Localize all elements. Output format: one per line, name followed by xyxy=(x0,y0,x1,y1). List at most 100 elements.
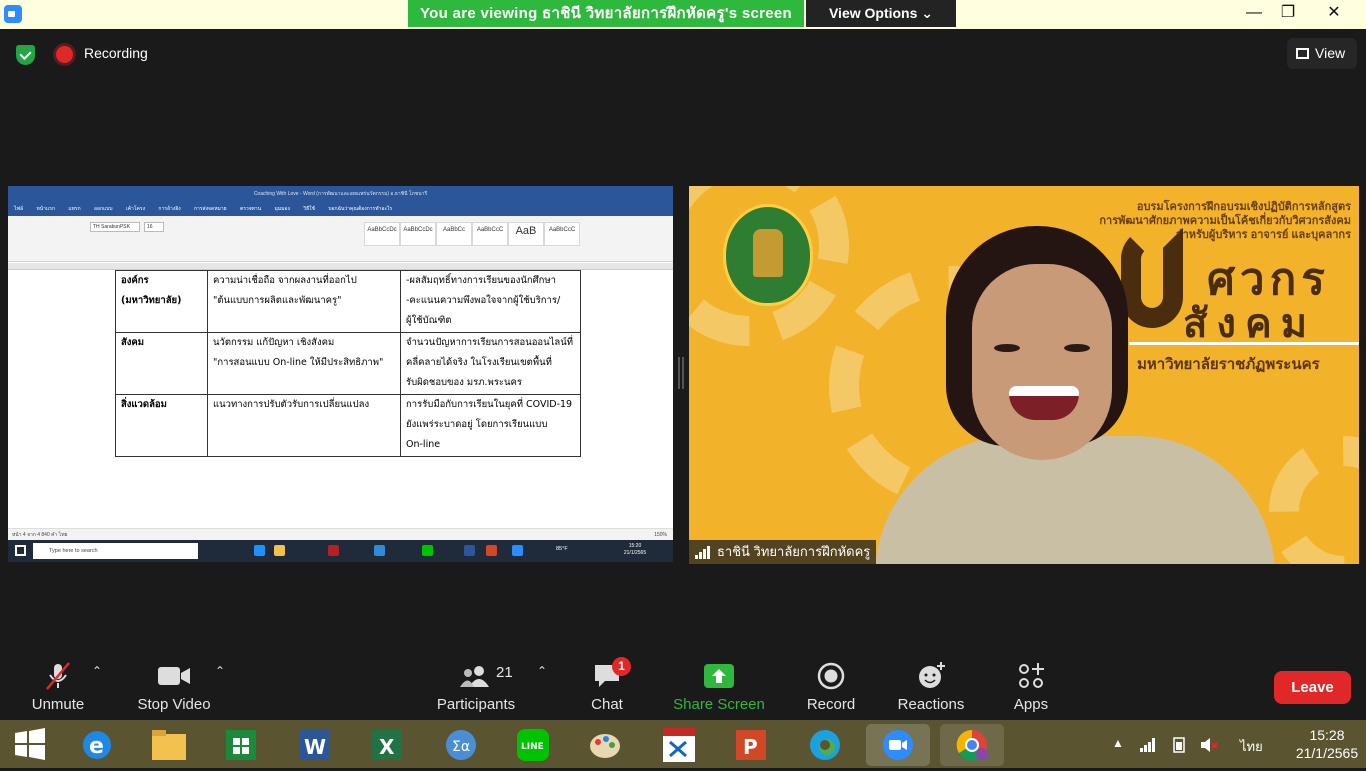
split-divider-handle[interactable] xyxy=(678,357,684,389)
word-tab[interactable]: ตรวจทาน xyxy=(240,206,261,212)
system-clock[interactable]: 15:28 21/1/2565 xyxy=(1290,726,1364,762)
svg-text:Σα: Σα xyxy=(452,739,470,755)
word-document[interactable]: องค์กร (มหาวิทยาลัย) ความน่าเชื่อถือ จาก… xyxy=(8,270,673,528)
app-icon[interactable] xyxy=(374,545,385,556)
powerpoint-icon[interactable]: P xyxy=(730,724,772,766)
style-title[interactable]: AaB xyxy=(508,222,544,246)
word-tell-me[interactable]: บอกฉันว่าคุณต้องการทำอะไร xyxy=(328,206,392,212)
recording-label[interactable]: Recording xyxy=(84,45,148,61)
svg-text:LINE: LINE xyxy=(521,742,544,752)
windows-taskbar: e W X Σα LINE P ▲ ไทย 15:28 21/1/2565 xyxy=(0,720,1366,768)
word-tab[interactable]: แทรก xyxy=(68,206,80,212)
record-label: Record xyxy=(806,696,856,713)
line-icon[interactable] xyxy=(422,545,433,556)
word-tab[interactable]: หน้าแรก xyxy=(37,206,55,212)
show-hidden-icons-icon[interactable]: ▲ xyxy=(1112,736,1124,750)
shield-icon[interactable] xyxy=(16,45,35,65)
style-normal[interactable]: AaBbCcDc xyxy=(364,222,400,246)
window-titlebar: You are viewing ธาชินี วิทยาลัยการฝึกหัด… xyxy=(0,0,1366,29)
participants-button[interactable]: 21 Participants xyxy=(421,650,531,720)
windows-start-icon[interactable] xyxy=(15,545,26,556)
close-button[interactable]: ✕ xyxy=(1314,0,1354,28)
zoom-app-icon xyxy=(4,5,22,23)
recording-icon[interactable] xyxy=(56,46,73,63)
audio-options-caret[interactable]: ⌃ xyxy=(92,664,102,678)
table-cell: การรับมือกับการเรียนในยุคที่ COVID-19 ยั… xyxy=(400,394,581,457)
paint-icon[interactable] xyxy=(584,724,626,766)
unmute-button[interactable]: Unmute xyxy=(3,650,113,720)
participants-count: 21 xyxy=(496,664,513,681)
view-button[interactable]: View xyxy=(1287,38,1357,69)
font-size-box[interactable]: 16 xyxy=(144,222,164,232)
apps-button[interactable]: Apps xyxy=(976,650,1086,720)
word-tab[interactable]: ไฟล์ xyxy=(14,206,23,212)
chrome-icon[interactable] xyxy=(940,724,1004,766)
word-tab[interactable]: ออกแบบ xyxy=(94,206,113,212)
chat-unread-badge: 1 xyxy=(612,657,631,676)
svg-text:P: P xyxy=(743,735,758,759)
style-heading1[interactable]: AaBbCc xyxy=(436,222,472,246)
table-row: สังคม นวัตกรรม แก้ปัญหา เชิงสังคม "การสอ… xyxy=(115,332,581,395)
participant-video[interactable]: อบรมโครงการฝึกอบรมเชิงปฏิบัติการหลักสูตร… xyxy=(689,186,1359,564)
maximize-button[interactable]: ❐ xyxy=(1268,0,1308,28)
view-options-button[interactable]: View Options ⌄ xyxy=(806,0,956,27)
folder-icon[interactable] xyxy=(274,545,285,556)
stop-video-button[interactable]: Stop Video xyxy=(119,650,229,720)
edge-icon[interactable] xyxy=(804,724,846,766)
input-language[interactable]: ไทย xyxy=(1240,736,1263,757)
shared-screen[interactable]: Coaching With Love - Word (การพัฒนาและเผ… xyxy=(8,186,673,562)
university-name: มหาวิทยาลัยราชภัฏพระนคร xyxy=(1137,356,1320,373)
line-icon[interactable]: LINE xyxy=(512,724,554,766)
apps-icon xyxy=(1019,663,1044,688)
word-tab[interactable]: มุมมอง xyxy=(275,206,290,212)
logo-letter-vor xyxy=(1121,228,1183,328)
meeting-toolbar: Unmute ⌃ Stop Video ⌃ 21 Participants ⌃ … xyxy=(0,650,1366,720)
table-cell: องค์กร (มหาวิทยาลัย) xyxy=(115,270,208,333)
remote-clock-date: 21/1/2565 xyxy=(623,550,647,556)
zoom-icon[interactable] xyxy=(512,545,523,556)
document-table: องค์กร (มหาวิทยาลัย) ความน่าเชื่อถือ จาก… xyxy=(115,270,581,457)
word-tab[interactable]: วิธีใช้ xyxy=(303,206,315,212)
word-tab[interactable]: การอ้างอิง xyxy=(158,206,180,212)
chat-button[interactable]: Chat xyxy=(552,650,662,720)
windows-start-icon[interactable] xyxy=(14,728,46,760)
edge-icon[interactable] xyxy=(254,545,265,556)
internet-explorer-icon[interactable]: e xyxy=(76,724,118,766)
table-cell: สิ่งแวดล้อม xyxy=(115,394,208,457)
share-screen-button[interactable]: Share Screen xyxy=(664,650,774,720)
leave-button[interactable]: Leave xyxy=(1274,671,1351,704)
svg-text:X: X xyxy=(379,735,395,759)
style-subtitle[interactable]: AaBbCcC xyxy=(544,222,580,246)
participant-name-tag: ธาชินี วิทยาลัยการฝึกหัดครู xyxy=(689,540,877,564)
word-tab[interactable]: เค้าโครง xyxy=(126,206,145,212)
store-icon[interactable] xyxy=(220,724,262,766)
app-icon[interactable] xyxy=(328,545,339,556)
remote-search-box[interactable]: Type here to search xyxy=(33,543,198,559)
table-row: สิ่งแวดล้อม แนวทางการปรับตัวรับการเปลี่ย… xyxy=(115,394,581,457)
signal-strength-icon xyxy=(695,546,711,559)
word-tab[interactable]: การส่งจดหมาย xyxy=(194,206,227,212)
share-screen-label: Share Screen xyxy=(673,696,765,713)
powerpoint-icon[interactable] xyxy=(486,545,497,556)
apps-label: Apps xyxy=(1013,696,1049,713)
video-options-caret[interactable]: ⌃ xyxy=(215,664,225,678)
battery-icon[interactable] xyxy=(1170,737,1188,753)
table-cell: แนวทางการปรับตัวรับการเปลี่ยนแปลง xyxy=(207,394,401,457)
zoom-taskbar-icon[interactable] xyxy=(866,724,930,766)
grid-icon xyxy=(1296,48,1309,59)
lisrel-icon[interactable] xyxy=(658,724,700,766)
participants-options-caret[interactable]: ⌃ xyxy=(537,664,547,678)
style-heading2[interactable]: AaBbCcC xyxy=(472,222,508,246)
style-no-spacing[interactable]: AaBbCcDc xyxy=(400,222,436,246)
file-explorer-icon[interactable] xyxy=(148,724,190,766)
font-name-box[interactable]: TH SarabunPSK xyxy=(90,222,140,232)
record-button[interactable]: Record xyxy=(776,650,886,720)
network-icon[interactable] xyxy=(1140,738,1156,752)
word-icon[interactable]: W xyxy=(294,724,336,766)
reactions-button[interactable]: Reactions xyxy=(876,650,986,720)
volume-muted-icon[interactable] xyxy=(1200,737,1218,753)
banner-big-line2: สังคม xyxy=(1183,301,1317,347)
math-input-icon[interactable]: Σα xyxy=(440,724,482,766)
word-icon[interactable] xyxy=(464,545,475,556)
excel-icon[interactable]: X xyxy=(366,724,408,766)
